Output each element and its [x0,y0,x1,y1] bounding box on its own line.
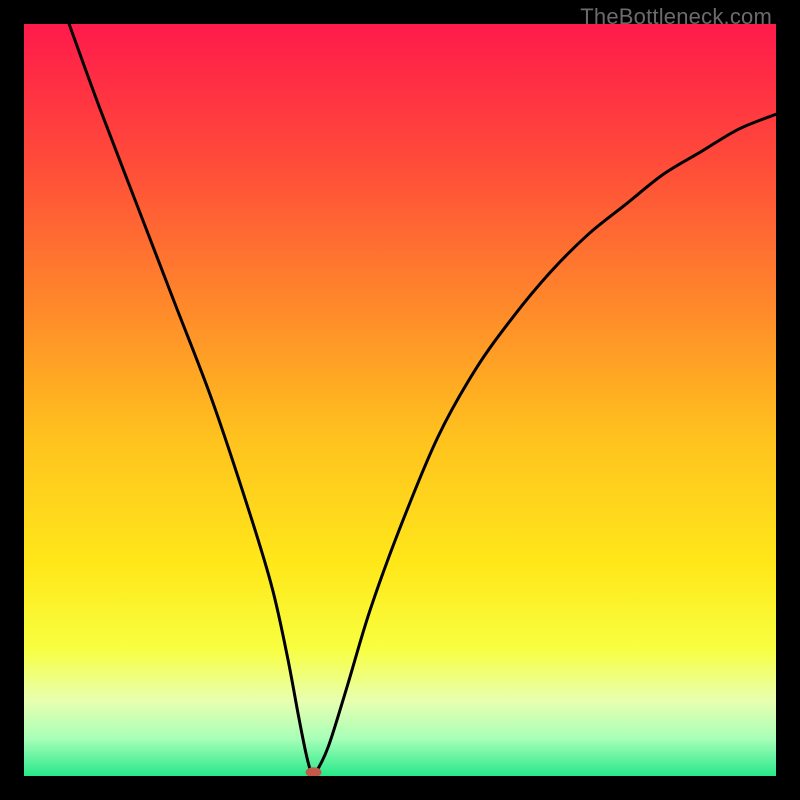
gradient-background [24,24,776,776]
watermark-text: TheBottleneck.com [580,4,772,30]
plot-frame [24,24,776,776]
bottleneck-chart [24,24,776,776]
